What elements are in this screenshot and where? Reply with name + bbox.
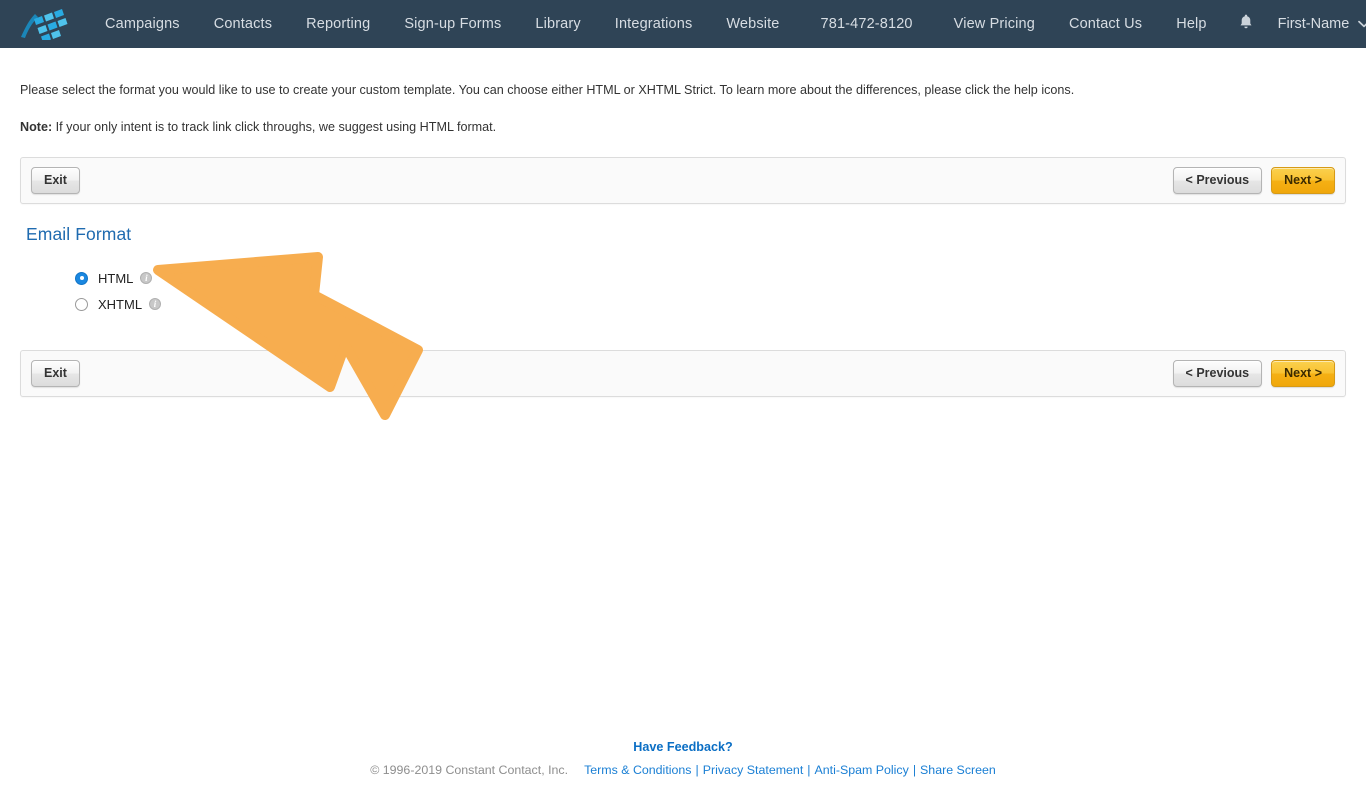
user-menu-button[interactable]: First-Name [1268, 0, 1366, 48]
nav-item-contacts[interactable]: Contacts [197, 0, 289, 48]
page-title: Email Format [26, 224, 132, 244]
wizard-toolbar-top-actions: < Previous Next > [1172, 167, 1335, 194]
radio-row-xhtml[interactable]: XHTML i [75, 291, 1346, 317]
nav-item-reporting[interactable]: Reporting [289, 0, 387, 48]
page-content: Please select the format you would like … [0, 82, 1366, 397]
chevron-down-icon [1358, 20, 1366, 28]
nav-item-integrations[interactable]: Integrations [598, 0, 710, 48]
nav-item-phone-number[interactable]: 781-472-8120 [797, 0, 937, 48]
footer-link-privacy[interactable]: Privacy Statement [703, 763, 804, 777]
next-button-top[interactable]: Next > [1271, 167, 1335, 194]
radio-label-html[interactable]: HTML [98, 271, 133, 286]
nav-item-website[interactable]: Website [709, 0, 796, 48]
wizard-toolbar-top: Exit < Previous Next > [20, 157, 1346, 204]
radio-xhtml[interactable] [75, 297, 88, 311]
previous-button-top[interactable]: < Previous [1172, 167, 1263, 194]
footer-link-anti-spam[interactable]: Anti-Spam Policy [814, 763, 908, 777]
wizard-toolbar-bottom-actions: < Previous Next > [1172, 360, 1335, 387]
footer-link-share-screen[interactable]: Share Screen [920, 763, 996, 777]
nav-item-view-pricing[interactable]: View Pricing [937, 0, 1052, 48]
radio-label-xhtml[interactable]: XHTML [98, 297, 142, 312]
nav-item-library[interactable]: Library [518, 0, 597, 48]
copyright-text: © 1996-2019 Constant Contact, Inc. [370, 763, 569, 777]
have-feedback-link[interactable]: Have Feedback? [633, 740, 732, 754]
note-body: If your only intent is to track link cli… [52, 120, 497, 134]
email-format-radio-group: HTML i XHTML i [75, 265, 1346, 317]
info-icon-xhtml[interactable]: i [149, 298, 162, 310]
notification-bell-icon [1238, 13, 1254, 36]
note-label: Note: [20, 120, 53, 134]
footer-separator: | [695, 763, 699, 777]
intro-text: Please select the format you would like … [20, 83, 1075, 97]
nav-item-help[interactable]: Help [1159, 0, 1223, 48]
next-button-bottom[interactable]: Next > [1271, 360, 1335, 387]
footer-separator: | [807, 763, 811, 777]
footer-separator: | [912, 763, 917, 777]
nav-item-sign-up-forms[interactable]: Sign-up Forms [387, 0, 518, 48]
previous-button-bottom[interactable]: < Previous [1172, 360, 1263, 387]
wizard-toolbar-bottom: Exit < Previous Next > [20, 350, 1346, 397]
radio-row-html[interactable]: HTML i [75, 265, 1346, 291]
notification-bell-button[interactable] [1224, 0, 1268, 48]
constant-contact-flag-logo[interactable] [18, 7, 70, 41]
footer-links-row: © 1996-2019 Constant Contact, Inc. Terms… [0, 763, 1366, 777]
info-icon-html[interactable]: i [140, 272, 153, 284]
nav-item-contact-us[interactable]: Contact Us [1052, 0, 1159, 48]
exit-button-top[interactable]: Exit [31, 167, 80, 194]
user-menu-label: First-Name [1277, 16, 1350, 32]
radio-html[interactable] [75, 271, 88, 285]
nav-item-campaigns[interactable]: Campaigns [88, 0, 197, 48]
note-text: Note: If your only intent is to track li… [20, 119, 1346, 135]
exit-button-bottom[interactable]: Exit [31, 360, 80, 387]
footer-link-terms[interactable]: Terms & Conditions [584, 763, 691, 777]
top-navigation-bar: Campaigns Contacts Reporting Sign-up For… [0, 0, 1366, 48]
page-footer: Have Feedback? © 1996-2019 Constant Cont… [0, 740, 1366, 777]
